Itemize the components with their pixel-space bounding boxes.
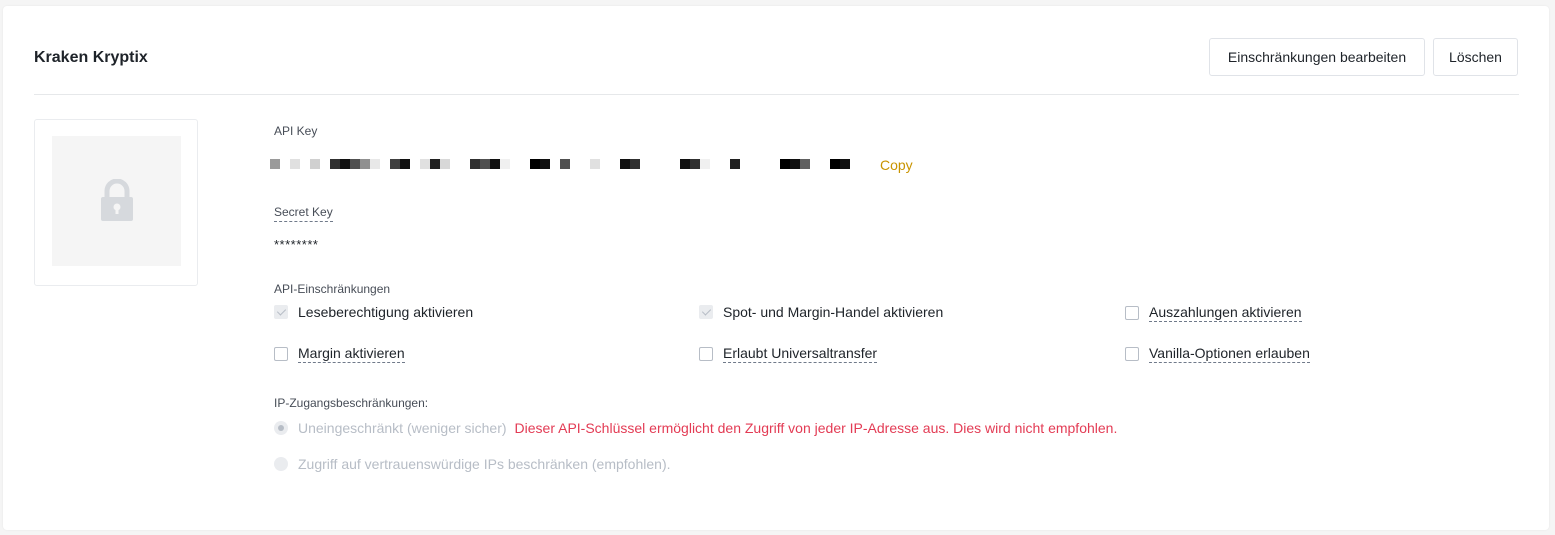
checkbox-vanilla-options[interactable]: Vanilla-Optionen erlauben bbox=[1125, 345, 1310, 363]
api-key-name: Kraken Kryptix bbox=[34, 49, 148, 66]
api-key-thumbnail bbox=[34, 119, 198, 286]
copy-api-key-link[interactable]: Copy bbox=[880, 157, 913, 173]
secret-key-label[interactable]: Secret Key bbox=[274, 205, 333, 222]
api-key-value-redacted bbox=[270, 159, 860, 170]
checkbox-withdrawals-label: Auszahlungen aktivieren bbox=[1149, 304, 1302, 322]
edit-restrictions-button[interactable]: Einschränkungen bearbeiten bbox=[1209, 38, 1425, 76]
checkbox-vanilla-options-box[interactable] bbox=[1125, 347, 1139, 361]
radio-unrestricted-button[interactable] bbox=[274, 421, 288, 435]
checkbox-margin-label: Margin aktivieren bbox=[298, 345, 405, 363]
checkbox-vanilla-options-label: Vanilla-Optionen erlauben bbox=[1149, 345, 1310, 363]
header-divider bbox=[34, 94, 1519, 95]
checkbox-universal-transfer-label: Erlaubt Universaltransfer bbox=[723, 345, 878, 363]
delete-button[interactable]: Löschen bbox=[1433, 38, 1518, 76]
radio-trusted-ips-button[interactable] bbox=[274, 457, 288, 471]
checkbox-margin-box[interactable] bbox=[274, 347, 288, 361]
ip-restrictions-label: IP-Zugangsbeschränkungen: bbox=[274, 396, 429, 410]
thumbnail-placeholder bbox=[52, 136, 181, 266]
api-key-card bbox=[3, 6, 1549, 530]
secret-key-label-text: Secret Key bbox=[274, 205, 333, 222]
ip-warning-text: Dieser API-Schlüssel ermöglicht den Zugr… bbox=[514, 420, 1118, 436]
radio-unrestricted-label: Uneingeschränkt (weniger sicher) bbox=[298, 420, 507, 436]
checkbox-universal-transfer-box[interactable] bbox=[699, 347, 713, 361]
checkbox-read-access-label: Leseberechtigung aktivieren bbox=[298, 304, 474, 320]
checkbox-universal-transfer[interactable]: Erlaubt Universaltransfer bbox=[699, 345, 878, 363]
checkbox-withdrawals-box[interactable] bbox=[1125, 306, 1139, 320]
checkbox-spot-margin-trading-label: Spot- und Margin-Handel aktivieren bbox=[723, 304, 944, 320]
lock-icon bbox=[101, 179, 133, 221]
api-restrictions-label: API-Einschränkungen bbox=[274, 282, 391, 296]
checkbox-margin[interactable]: Margin aktivieren bbox=[274, 345, 405, 363]
radio-unrestricted[interactable]: Uneingeschränkt (weniger sicher) Dieser … bbox=[274, 420, 1117, 436]
radio-trusted-ips[interactable]: Zugriff auf vertrauenswürdige IPs beschr… bbox=[274, 456, 671, 472]
checkbox-read-access-box[interactable] bbox=[274, 305, 288, 319]
checkbox-read-access[interactable]: Leseberechtigung aktivieren bbox=[274, 304, 473, 320]
api-key-label: API Key bbox=[274, 124, 318, 138]
checkbox-spot-margin-trading-box[interactable] bbox=[699, 305, 713, 319]
checkbox-spot-margin-trading[interactable]: Spot- und Margin-Handel aktivieren bbox=[699, 304, 943, 320]
radio-trusted-ips-label: Zugriff auf vertrauenswürdige IPs beschr… bbox=[298, 456, 671, 472]
secret-key-value: ******** bbox=[274, 237, 319, 252]
checkbox-withdrawals[interactable]: Auszahlungen aktivieren bbox=[1125, 304, 1302, 322]
